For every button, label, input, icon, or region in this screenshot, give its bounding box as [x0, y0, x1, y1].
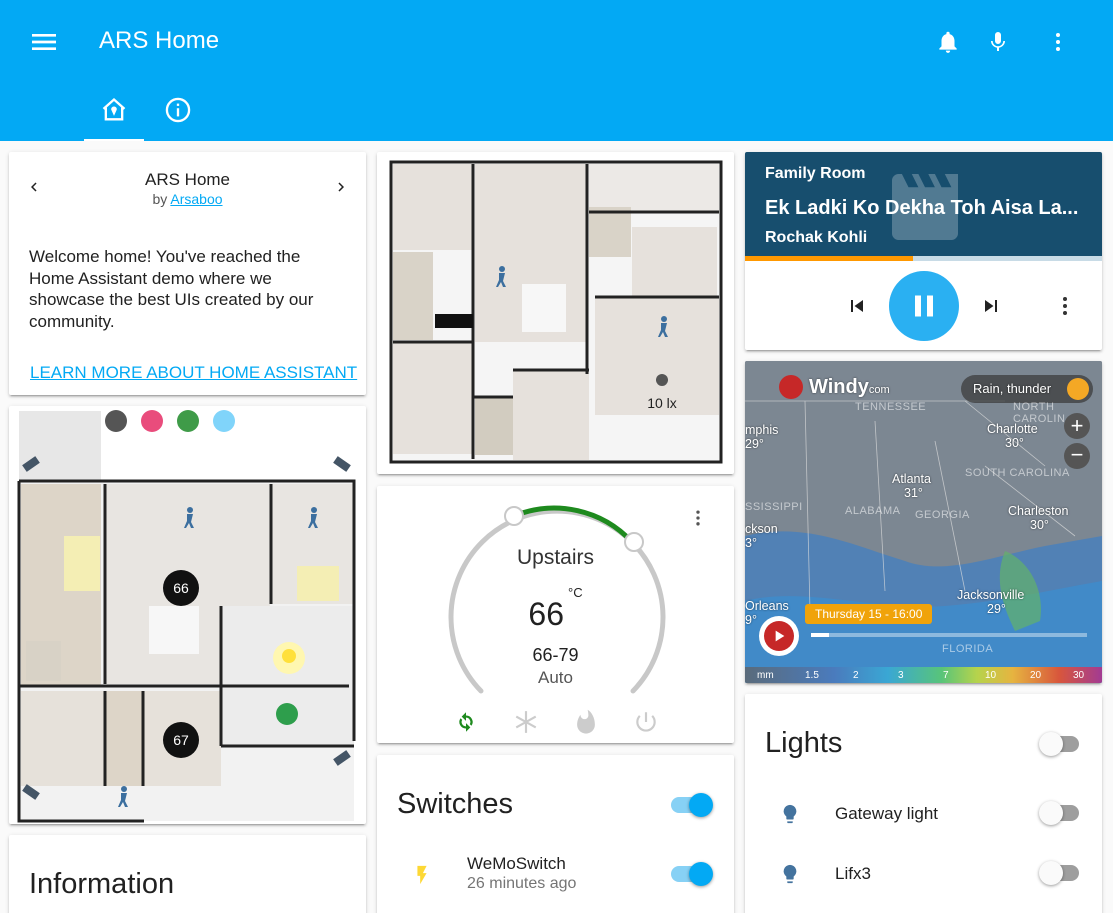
tab-home[interactable]	[84, 90, 144, 141]
lightbulb-icon	[783, 804, 797, 824]
switches-card: Switches WeMoSwitch 26 minutes ago	[377, 755, 734, 913]
state-label: TENNESSEE	[855, 401, 927, 413]
pause-button[interactable]	[889, 271, 959, 341]
floorplan-upstairs-card: 10 lx	[377, 152, 734, 474]
switch-last-changed: 26 minutes ago	[467, 875, 577, 892]
power-icon[interactable]	[633, 709, 659, 735]
switch-name: WeMoSwitch	[467, 854, 566, 873]
svg-text:10 lx: 10 lx	[647, 395, 677, 411]
skip-previous-icon[interactable]	[845, 294, 869, 318]
more-vert-icon[interactable]	[1040, 24, 1076, 60]
switches-group-toggle[interactable]	[671, 793, 713, 817]
low-setpoint-handle[interactable]	[504, 506, 524, 526]
media-progress-bar[interactable]	[745, 256, 1102, 261]
city-label: Atlanta 31°	[892, 472, 931, 500]
floorplan-main: 66 67	[17, 410, 356, 823]
menu-icon[interactable]	[28, 26, 60, 58]
current-temperature: 66°C	[528, 585, 583, 632]
svg-text:66: 66	[173, 580, 189, 596]
switches-title: Switches	[397, 788, 514, 820]
windy-brand: Windycom	[809, 376, 890, 398]
media-info: Family Room Ek Ladki Ko Dekha Toh Aisa L…	[745, 152, 1102, 260]
timeline-timestamp: Thursday 15 - 16:00	[805, 604, 933, 624]
welcome-message: Welcome home! You've reached the Home As…	[29, 247, 314, 331]
play-button[interactable]	[759, 616, 799, 656]
more-vert-icon[interactable]	[688, 508, 708, 533]
state-label: ALABAMA	[845, 505, 901, 517]
lights-group-toggle[interactable]	[1039, 732, 1079, 756]
lifx3-toggle[interactable]	[1039, 861, 1079, 885]
play-icon	[775, 630, 785, 642]
pause-icon	[915, 295, 933, 317]
app-header: ARS Home	[0, 0, 1113, 141]
tab-info[interactable]	[148, 90, 208, 141]
state-label: GEORGIA	[915, 509, 970, 521]
city-label: mphis 29°	[745, 423, 779, 451]
microphone-icon[interactable]	[980, 24, 1016, 60]
gateway-light-toggle[interactable]	[1039, 801, 1079, 825]
lights-card: Lights Gateway light Lifx3	[745, 694, 1102, 913]
skip-next-icon[interactable]	[979, 294, 1003, 318]
learn-more-link[interactable]: LEARN MORE ABOUT HOME ASSISTANT	[30, 363, 357, 383]
bell-icon[interactable]	[930, 24, 966, 60]
lightbulb-icon	[783, 864, 797, 884]
media-player-card: Family Room Ek Ladki Ko Dekha Toh Aisa L…	[745, 152, 1102, 350]
more-vert-icon[interactable]	[1053, 294, 1077, 318]
welcome-card: ARS Home by Arsaboo Welcome home! You've…	[9, 152, 366, 395]
zoom-out-button[interactable]: −	[1064, 443, 1090, 469]
floorplan-upstairs: 10 lx	[389, 160, 723, 464]
city-label: Jacksonville 29°	[957, 588, 1025, 616]
author-link[interactable]: Arsaboo	[170, 191, 222, 207]
light-name: Gateway light	[835, 804, 938, 823]
windy-logo-icon	[779, 375, 803, 399]
hvac-mode: Auto	[538, 668, 573, 687]
media-artist: Rochak Kohli	[765, 229, 868, 246]
snowflake-icon[interactable]	[513, 709, 539, 735]
state-label: SOUTH CAROLINA	[965, 467, 1070, 479]
welcome-title: ARS Home	[144, 170, 231, 189]
flame-icon[interactable]	[573, 709, 599, 735]
welcome-byline: by Arsaboo	[152, 191, 223, 207]
app-title: ARS Home	[99, 27, 220, 54]
light-name: Lifx3	[835, 864, 871, 883]
wemo-switch-toggle[interactable]	[671, 862, 713, 886]
floorplan-main-card: 66 67	[9, 406, 366, 824]
drop-icon	[1067, 378, 1089, 400]
home-tree-icon	[102, 97, 126, 121]
lights-title: Lights	[765, 727, 843, 759]
thermostat-name: Upstairs	[516, 546, 595, 569]
timeline-track[interactable]	[811, 633, 1087, 637]
precipitation-legend: mm 1.5 2 3 7 10 20 30	[745, 667, 1102, 683]
auto-mode-icon[interactable]	[453, 709, 479, 735]
media-room: Family Room	[765, 165, 866, 182]
city-label: Charleston 30°	[1008, 504, 1069, 532]
state-label: SSISSIPPI	[745, 501, 803, 513]
thermostat-card: Upstairs 66°C 66-79 Auto	[377, 486, 734, 743]
information-card: Information	[9, 835, 366, 913]
flash-icon	[417, 865, 427, 885]
city-label: Charlotte 30°	[987, 422, 1038, 450]
info-icon	[165, 97, 191, 123]
svg-text:67: 67	[173, 732, 189, 748]
city-label: ckson 3°	[745, 522, 778, 550]
state-label: FLORIDA	[942, 643, 994, 655]
layer-chip[interactable]: Rain, thunder	[961, 375, 1093, 403]
target-range: 66-79	[532, 645, 579, 665]
temperature-unit: °C	[568, 585, 583, 601]
windy-map-card[interactable]: Windycom Rain, thunder + − TENNESSEE NOR…	[745, 361, 1102, 683]
media-title: Ek Ladki Ko Dekha Toh Aisa La...	[765, 197, 1079, 219]
hvac-mode-bar	[377, 709, 734, 735]
layer-label: Rain, thunder	[973, 381, 1052, 396]
information-title: Information	[29, 868, 175, 900]
